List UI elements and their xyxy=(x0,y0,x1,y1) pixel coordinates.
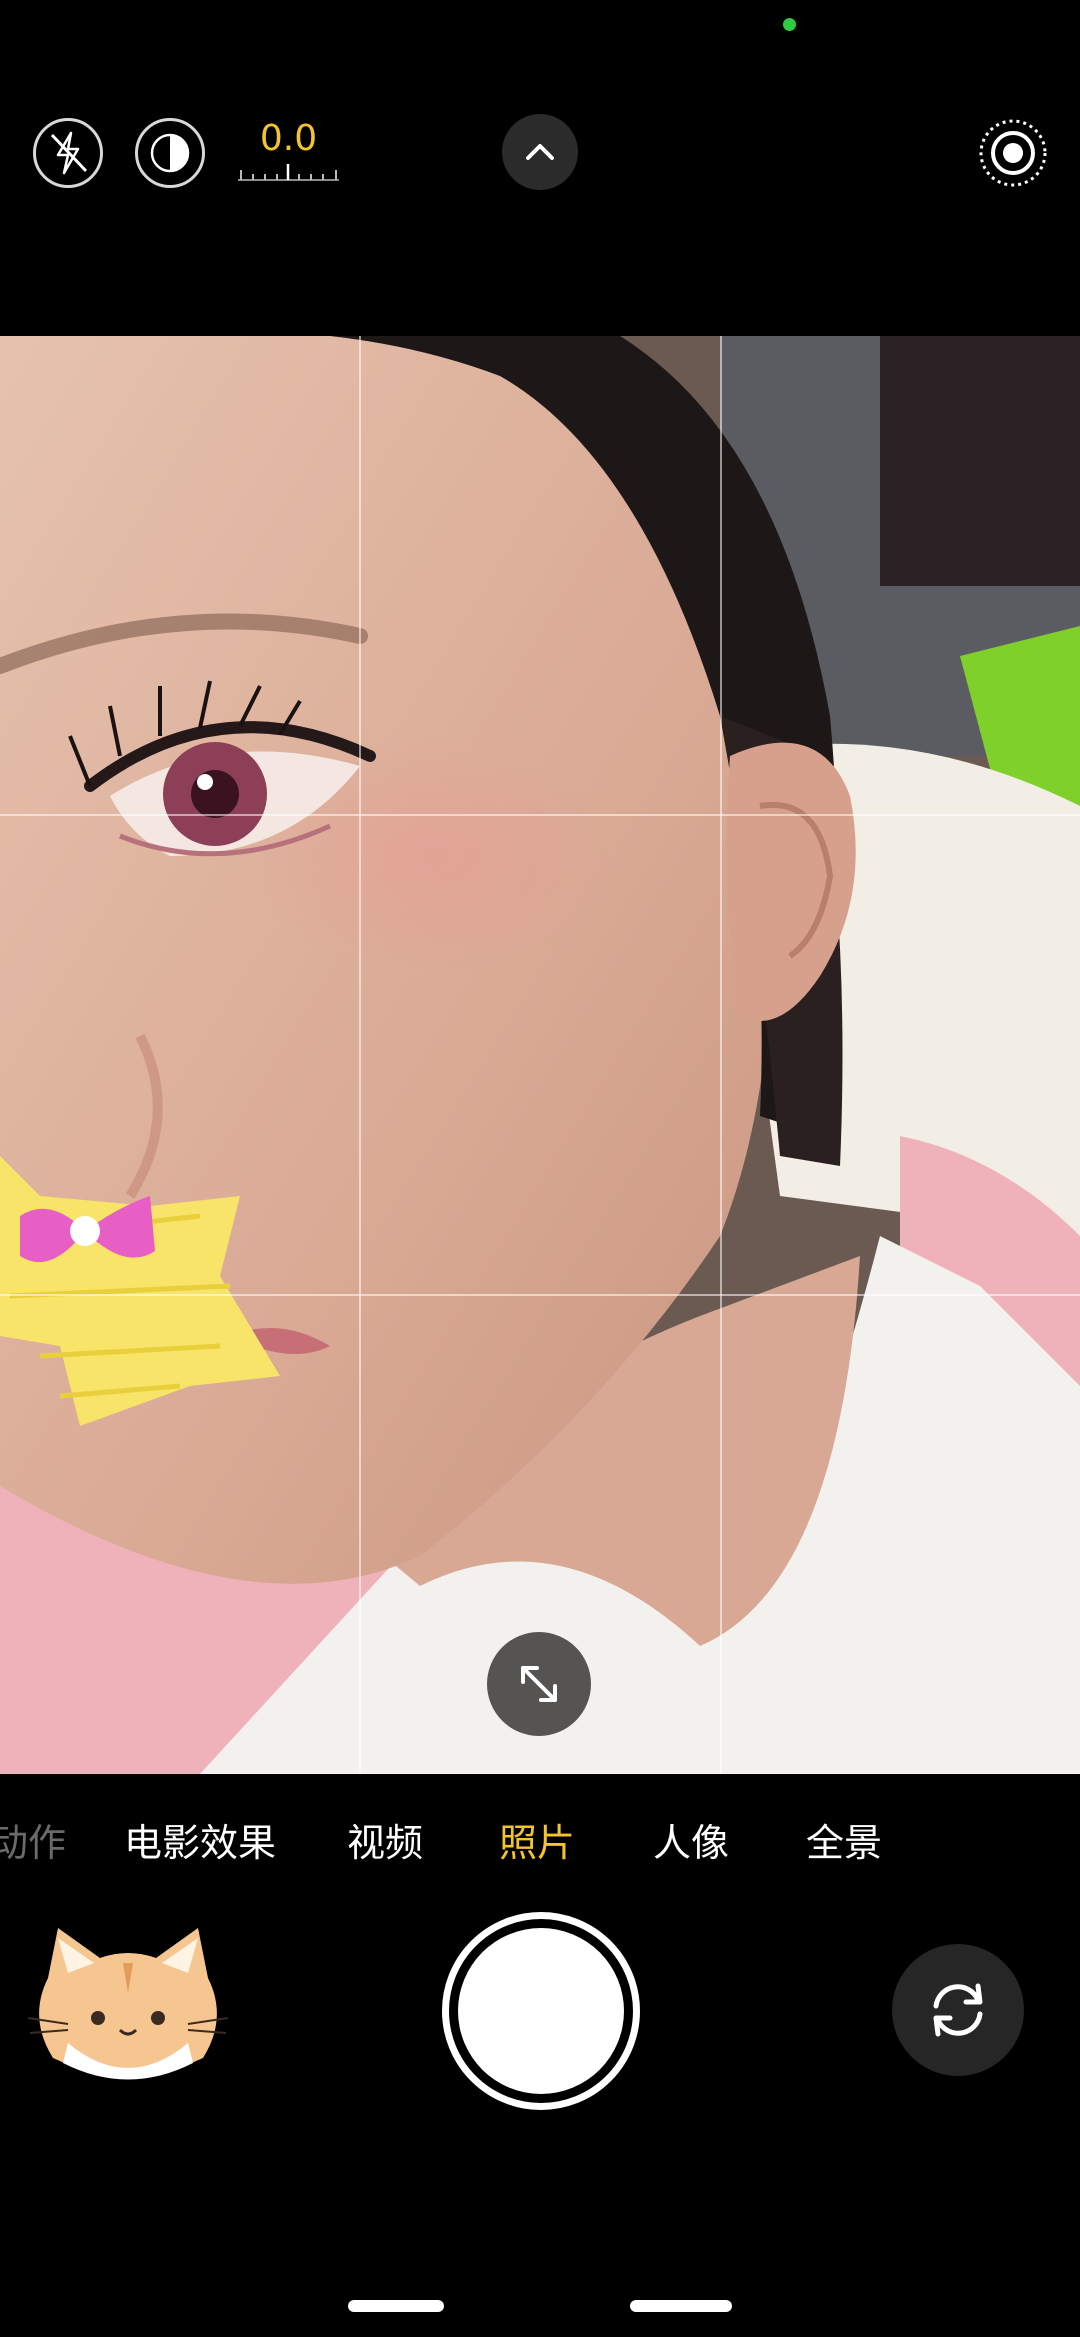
mode-portrait[interactable]: 人像 xyxy=(653,1812,729,1867)
mode-cinematic[interactable]: 电影效果 xyxy=(124,1812,276,1867)
flip-camera-button[interactable] xyxy=(892,1944,1024,2076)
flash-off-icon xyxy=(50,131,88,175)
mode-photo[interactable]: 照片 xyxy=(499,1812,575,1867)
exposure-value[interactable]: 0.0 xyxy=(236,118,341,159)
flash-toggle-button[interactable] xyxy=(33,118,103,188)
expand-arrows-icon xyxy=(521,1666,557,1702)
selfie-preview xyxy=(0,336,1080,1774)
mode-video[interactable]: 视频 xyxy=(347,1812,423,1867)
mode-slomo[interactable]: 动作 xyxy=(0,1812,66,1867)
live-photo-icon xyxy=(150,133,190,173)
photo-thumbnail-button[interactable] xyxy=(28,1918,228,2098)
grid-line-vertical-1 xyxy=(359,336,361,1774)
expand-view-button[interactable] xyxy=(487,1632,591,1736)
camera-viewfinder[interactable] xyxy=(0,336,1080,1774)
live-photo-button[interactable] xyxy=(135,118,205,188)
camera-flip-icon xyxy=(933,1983,983,2037)
home-indicator-right xyxy=(630,2300,732,2312)
exposure-scale[interactable] xyxy=(236,162,341,184)
grid-line-horizontal-1 xyxy=(0,814,1080,816)
mode-panorama[interactable]: 全景 xyxy=(806,1812,882,1867)
grid-line-horizontal-2 xyxy=(0,1294,1080,1296)
shutter-button[interactable] xyxy=(442,1912,640,2110)
camera-active-indicator xyxy=(783,18,796,31)
camera-settings-icon xyxy=(979,119,1047,187)
chevron-up-icon xyxy=(526,144,554,160)
more-controls-button[interactable] xyxy=(502,114,578,190)
grid-line-vertical-2 xyxy=(720,336,722,1774)
shutter-inner xyxy=(458,1928,624,2094)
camera-mode-selector[interactable]: 动作 电影效果 视频 照片 人像 全景 xyxy=(0,1812,1080,1872)
cat-sticker-thumbnail xyxy=(28,1928,228,2080)
home-indicator-left xyxy=(348,2300,444,2312)
camera-settings-button[interactable] xyxy=(978,118,1048,188)
